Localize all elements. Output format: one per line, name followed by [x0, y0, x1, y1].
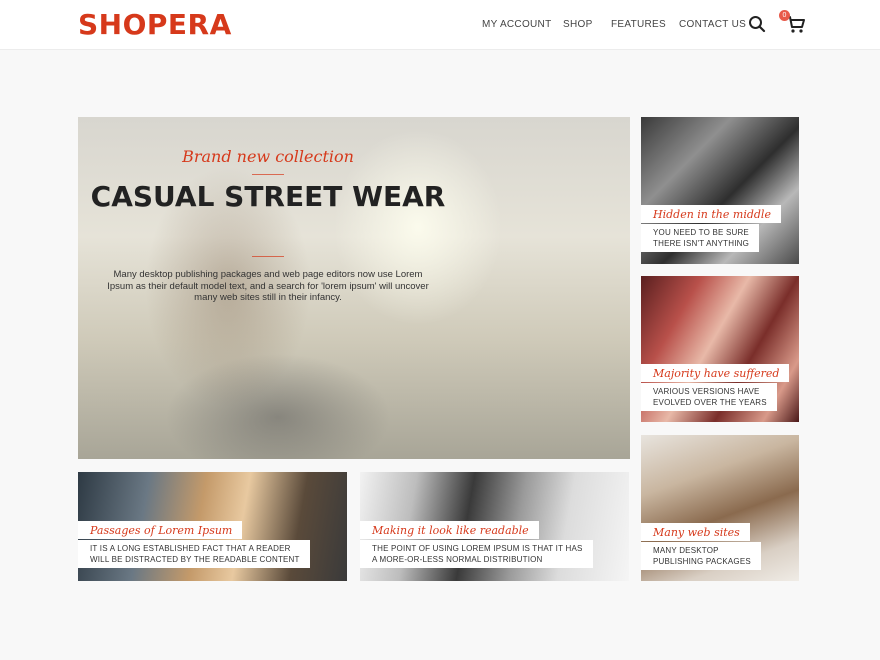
hero-divider-bottom: [252, 256, 284, 257]
nav-my-account[interactable]: MY ACCOUNT: [482, 19, 552, 30]
tile-text-line: THE POINT OF USING LOREM IPSUM IS THAT I…: [372, 544, 583, 553]
site-header: SHOPERA MY ACCOUNT SHOP FEATURES CONTACT…: [0, 0, 880, 50]
promo-tile-hidden[interactable]: Hidden in the middle YOU NEED TO BE SURE…: [641, 117, 799, 264]
nav-shop[interactable]: SHOP: [563, 19, 593, 30]
tile-text-line: VARIOUS VERSIONS HAVE: [653, 387, 760, 396]
tile-text-line: WILL BE DISTRACTED BY THE READABLE CONTE…: [90, 555, 300, 564]
tile-text: YOU NEED TO BE SURE THERE ISN'T ANYTHING: [641, 224, 760, 252]
tile-text-line: MANY DESKTOP: [653, 546, 719, 555]
search-icon[interactable]: [748, 15, 766, 33]
promo-tile-majority[interactable]: Majority have suffered VARIOUS VERSIONS …: [641, 276, 799, 422]
tile-title: Passages of Lorem Ipsum: [78, 521, 243, 539]
tile-text-line: THERE ISN'T ANYTHING: [653, 239, 750, 248]
tile-text-line: YOU NEED TO BE SURE: [653, 228, 749, 237]
promo-tile-web-sites[interactable]: Many web sites MANY DESKTOP PUBLISHING P…: [641, 435, 799, 581]
tile-text: THE POINT OF USING LOREM IPSUM IS THAT I…: [360, 540, 593, 568]
tile-text: VARIOUS VERSIONS HAVE EVOLVED OVER THE Y…: [641, 383, 777, 411]
promo-tile-passages[interactable]: Passages of Lorem Ipsum IT IS A LONG EST…: [78, 472, 347, 581]
tile-text-line: A MORE-OR-LESS NORMAL DISTRIBUTION: [372, 555, 543, 564]
tile-title: Hidden in the middle: [641, 205, 781, 223]
hero-divider-top: [252, 174, 284, 175]
hero-description: Many desktop publishing packages and web…: [107, 269, 429, 303]
cart-count-badge: 0: [779, 10, 790, 21]
tile-text-line: EVOLVED OVER THE YEARS: [653, 398, 767, 407]
site-logo[interactable]: SHOPERA: [78, 8, 232, 41]
tile-title: Making it look like readable: [360, 521, 539, 539]
hero-title: CASUAL STREET WEAR: [90, 180, 446, 213]
tile-text-line: PUBLISHING PACKAGES: [653, 557, 751, 566]
tile-text: IT IS A LONG ESTABLISHED FACT THAT A REA…: [78, 540, 310, 568]
tile-title: Many web sites: [641, 523, 750, 541]
nav-contact-us[interactable]: CONTACT US: [679, 19, 746, 30]
hero-subtitle: Brand new collection: [182, 147, 354, 166]
tile-title: Majority have suffered: [641, 364, 790, 382]
nav-features[interactable]: FEATURES: [611, 19, 666, 30]
tile-text: MANY DESKTOP PUBLISHING PACKAGES: [641, 542, 761, 570]
tile-text-line: IT IS A LONG ESTABLISHED FACT THAT A REA…: [90, 544, 291, 553]
hero-banner[interactable]: Brand new collection CASUAL STREET WEAR …: [78, 117, 630, 459]
promo-tile-readable[interactable]: Making it look like readable THE POINT O…: [360, 472, 629, 581]
